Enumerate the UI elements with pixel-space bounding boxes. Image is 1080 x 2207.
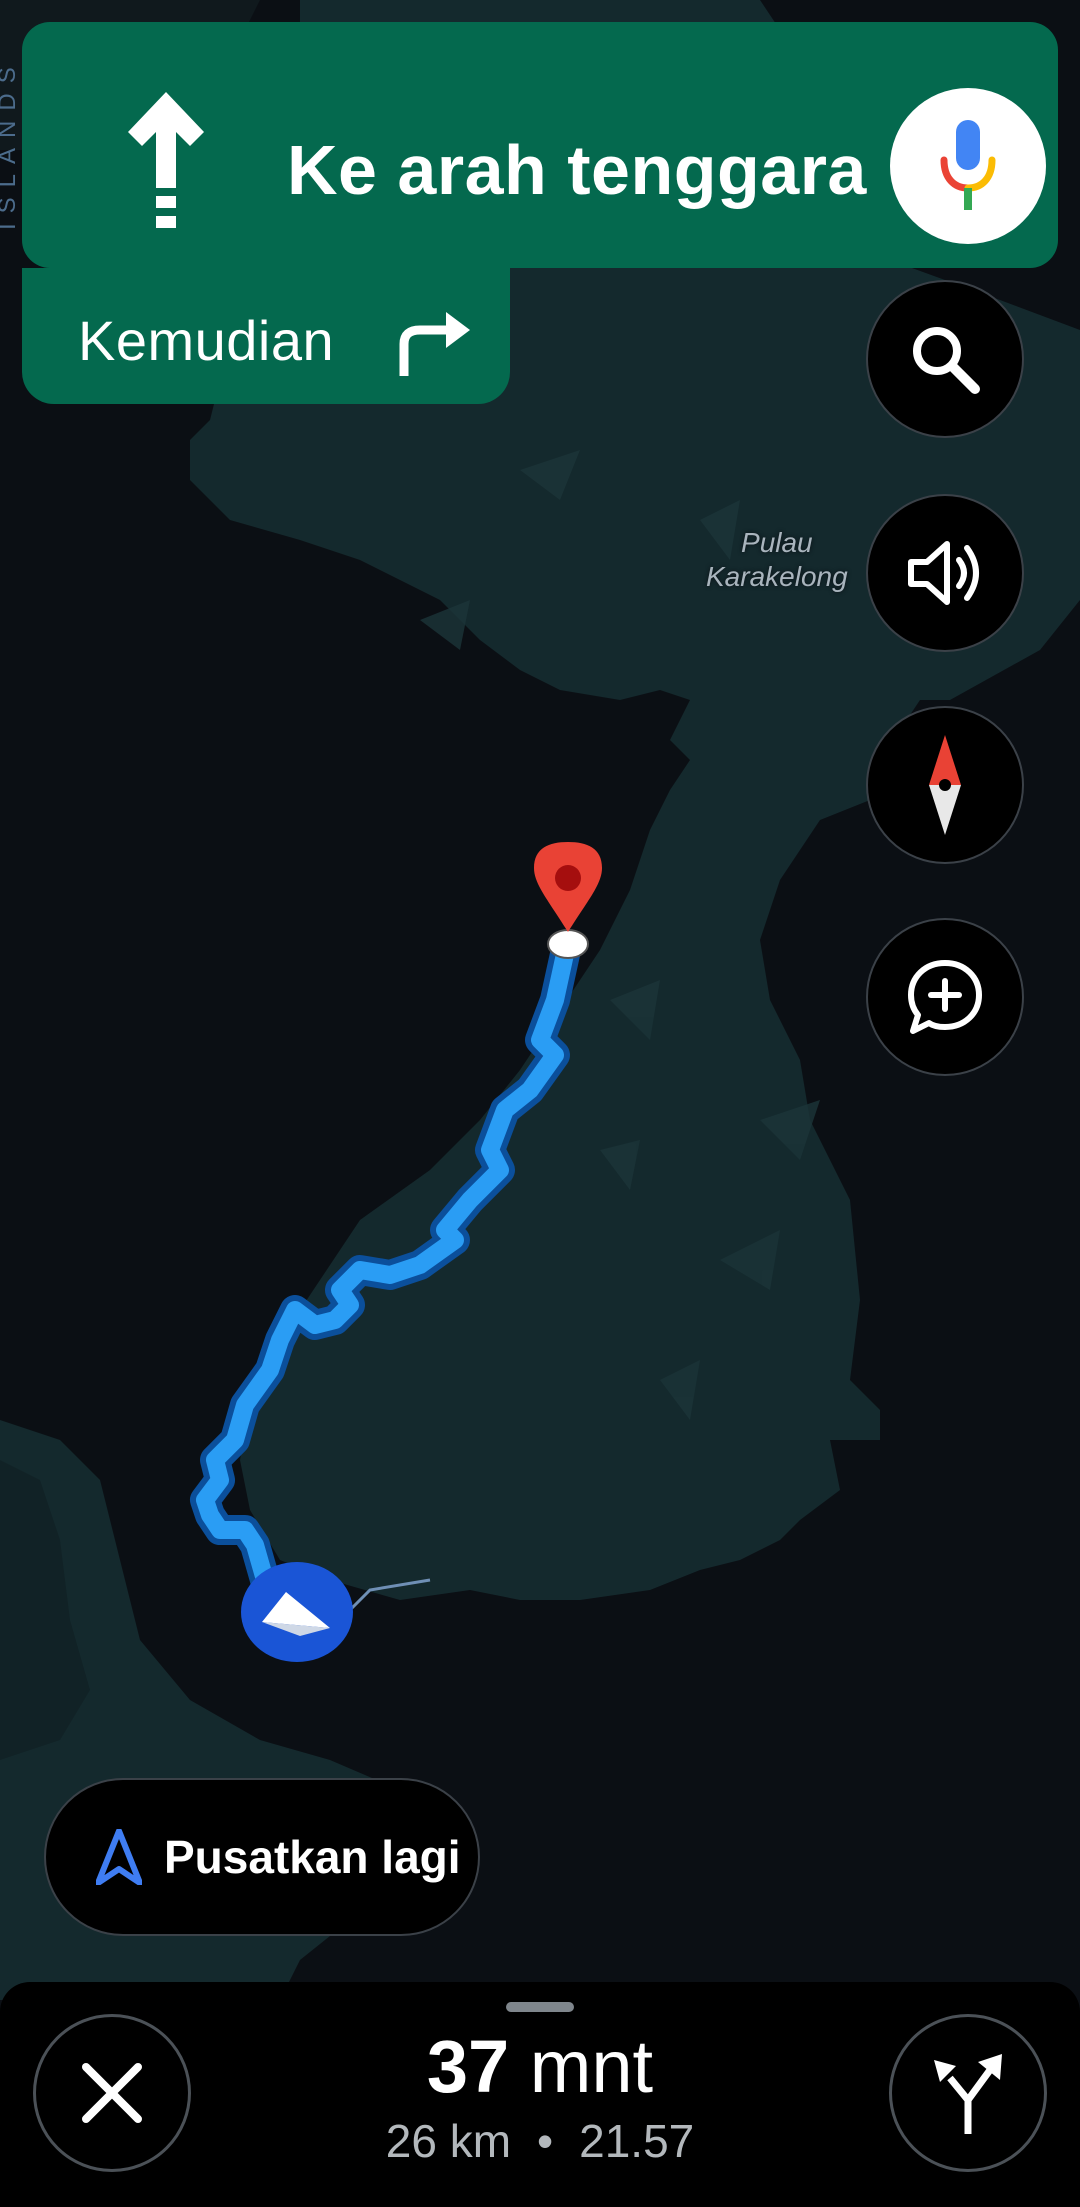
next-maneuver-panel[interactable]: Kemudian (22, 268, 510, 404)
alternate-routes-icon (934, 2054, 1002, 2134)
drag-handle[interactable] (506, 2002, 574, 2012)
add-report-icon (908, 960, 982, 1034)
recenter-button[interactable]: Pusatkan lagi (44, 1778, 480, 1936)
compass-icon (929, 735, 961, 835)
turn-right-icon (399, 312, 470, 376)
search-button[interactable] (866, 280, 1024, 438)
duration-unit: mnt (529, 2025, 654, 2108)
straight-arrow-icon (128, 92, 204, 228)
navigation-instruction-banner[interactable]: Ke arah tenggara (22, 22, 1058, 268)
duration-value: 37 (426, 2025, 510, 2108)
voice-search-button[interactable] (890, 88, 1046, 244)
recenter-label: Pusatkan lagi (164, 1831, 461, 1883)
sound-button[interactable] (866, 494, 1024, 652)
map-side-label: ISLANDS (0, 57, 21, 230)
volume-icon (908, 541, 979, 605)
recenter-arrow-icon (96, 1829, 142, 1885)
current-location-icon (241, 1562, 353, 1662)
add-report-button[interactable] (866, 918, 1024, 1076)
separator: • (537, 2115, 554, 2167)
distance: 26 km (385, 2115, 512, 2167)
island-label: Pulau Karakelong (706, 527, 848, 592)
arrival-time: 21.57 (579, 2115, 695, 2167)
instruction-text: Ke arah tenggara (287, 131, 867, 209)
alternate-routes-button[interactable] (889, 2014, 1047, 2172)
search-icon (913, 327, 980, 394)
then-label: Kemudian (78, 309, 335, 372)
trip-summary-sheet[interactable]: 37 mnt 26 km • 21.57 (0, 1982, 1080, 2207)
compass-button[interactable] (866, 706, 1024, 864)
mic-icon (940, 120, 996, 210)
